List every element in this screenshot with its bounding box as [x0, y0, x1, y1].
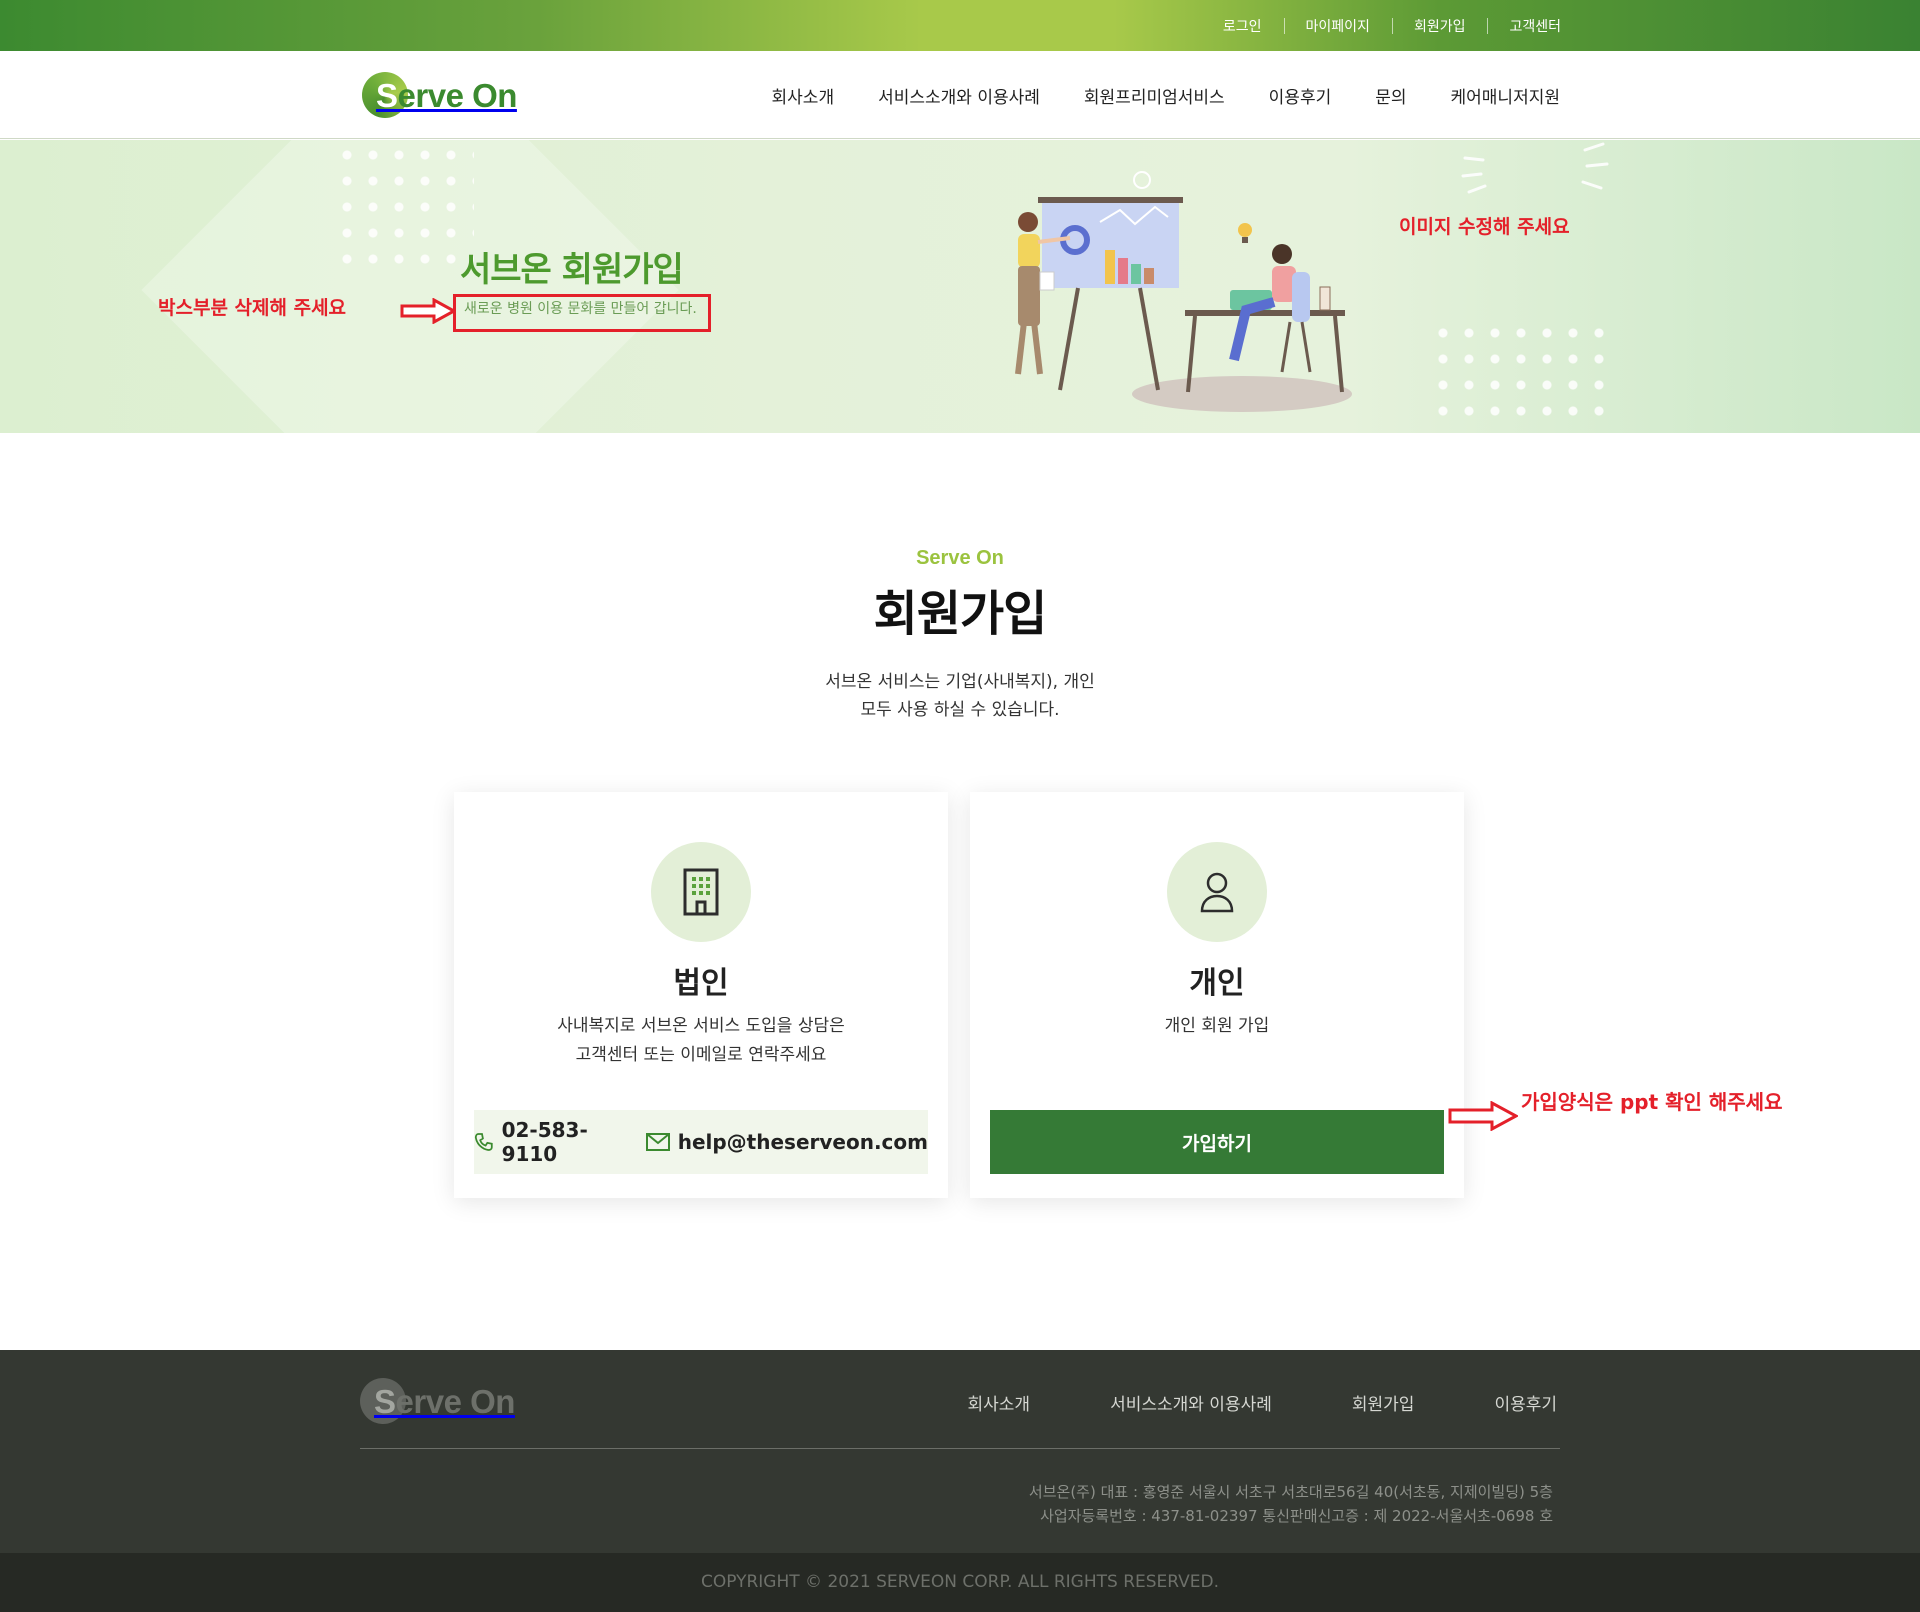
nav-item-reviews[interactable]: 이용후기	[1269, 83, 1332, 108]
personal-title: 개인	[1189, 966, 1245, 1001]
mypage-link[interactable]: 마이페이지	[1283, 16, 1392, 36]
mail-icon	[645, 1133, 670, 1151]
nav-item-premium[interactable]: 회원프리미엄서비스	[1084, 83, 1225, 108]
signup-link[interactable]: 회원가입	[1391, 16, 1488, 36]
dot-pattern-right	[1430, 320, 1620, 430]
dot-pattern-left	[334, 142, 474, 268]
main-header: Serve On 회사소개 서비스소개와 이용사례 회원프리미엄서비스 이용후기…	[0, 51, 1920, 139]
email-address: help@theserveon.com	[677, 1130, 928, 1154]
page: 로그인 마이페이지 회원가입 고객센터 Serve On 회사소개 서비스소개와…	[0, 0, 1920, 1612]
hero-title: 서브온 회원가입	[460, 250, 684, 290]
presentation-illustration	[1015, 171, 1352, 412]
footer-info-line2: 사업자등록번호 : 437-81-02397 통신판매신고증 : 제 2022-…	[1040, 1507, 1553, 1525]
main-nav: 회사소개 서비스소개와 이용사례 회원프리미엄서비스 이용후기 문의 케어매니저…	[728, 51, 1560, 139]
top-utility-bar: 로그인 마이페이지 회원가입 고객센터	[0, 0, 1920, 51]
footer-nav-reviews[interactable]: 이용후기	[1494, 1390, 1557, 1415]
section-title: 회원가입	[873, 586, 1048, 642]
annotation-box	[453, 294, 711, 332]
section-desc-line2: 모두 사용 하실 수 있습니다.	[860, 700, 1060, 720]
section-description: 서브온 서비스는 기업(사내복지), 개인 모두 사용 하실 수 있습니다.	[0, 668, 1920, 724]
personal-description: 개인 회원 가입	[1164, 1016, 1270, 1036]
footer-nav-signup[interactable]: 회원가입	[1352, 1390, 1415, 1415]
personal-card: 개인 개인 회원 가입 가입하기	[970, 792, 1464, 1198]
footer-info-line1: 서브온(주) 대표 : 홍영준 서울시 서초구 서초대로56길 40(서초동, …	[1028, 1483, 1553, 1501]
logo-text: Serve On	[376, 77, 517, 114]
customer-center-link[interactable]: 고객센터	[1487, 16, 1561, 36]
join-button[interactable]: 가입하기	[990, 1110, 1444, 1174]
email-link[interactable]: help@theserveon.com	[645, 1130, 928, 1154]
contact-box: 02-583-9110 help@theserveon.com	[474, 1110, 928, 1174]
hero-banner: 서브온 회원가입 새로운 병원 이용 문화를 만들어 갑니다. 박스부분 삭제해…	[0, 140, 1920, 433]
person-icon	[1167, 842, 1267, 942]
nav-item-company[interactable]: 회사소개	[772, 83, 835, 108]
footer-nav-company[interactable]: 회사소개	[968, 1390, 1031, 1415]
logo[interactable]: Serve On	[362, 71, 517, 121]
corporate-title: 법인	[673, 966, 729, 1001]
footer-logo[interactable]: Serve On	[360, 1377, 515, 1427]
building-icon	[651, 842, 751, 942]
phone-link[interactable]: 02-583-9110	[474, 1118, 628, 1166]
corporate-card: 법인 사내복지로 서브온 서비스 도입을 상담은 고객센터 또는 이메일로 연락…	[454, 792, 948, 1198]
annotation-arrow-icon	[400, 298, 456, 324]
corporate-description: 사내복지로 서브온 서비스 도입을 상담은 고객센터 또는 이메일로 연락주세요	[454, 1012, 948, 1070]
utility-links: 로그인 마이페이지 회원가입 고객센터	[1201, 0, 1561, 51]
nav-item-caremanager[interactable]: 케어매니저지원	[1451, 83, 1560, 108]
section-brand: Serve On	[916, 547, 1004, 569]
section-desc-line1: 서브온 서비스는 기업(사내복지), 개인	[825, 672, 1095, 692]
corporate-desc-line2: 고객센터 또는 이메일로 연락주세요	[575, 1045, 827, 1065]
decorative-rays	[1461, 142, 1609, 194]
footer-nav-service[interactable]: 서비스소개와 이용사례	[1110, 1390, 1272, 1415]
nav-item-inquiry[interactable]: 문의	[1375, 83, 1406, 108]
annotation-delete-box: 박스부분 삭제해 주세요	[158, 297, 347, 319]
footer-company-info: 서브온(주) 대표 : 홍영준 서울시 서초구 서초대로56길 40(서초동, …	[1029, 1480, 1553, 1528]
footer-divider	[360, 1448, 1560, 1449]
phone-number: 02-583-9110	[501, 1118, 588, 1166]
annotation-signup-form: 가입양식은 ppt 확인 해주세요	[1521, 1090, 1783, 1114]
footer-nav: 회사소개 서비스소개와 이용사례 회원가입 이용후기	[888, 1390, 1558, 1415]
footer-logo-text: Serve On	[374, 1383, 515, 1420]
join-annotation-arrow-icon	[1448, 1101, 1518, 1131]
annotation-edit-image: 이미지 수정해 주세요	[1399, 216, 1570, 238]
copyright: COPYRIGHT © 2021 SERVEON CORP. ALL RIGHT…	[0, 1553, 1920, 1612]
footer: Serve On 회사소개 서비스소개와 이용사례 회원가입 이용후기 서브온(…	[0, 1350, 1920, 1553]
nav-item-service[interactable]: 서비스소개와 이용사례	[878, 83, 1040, 108]
corporate-desc-line1: 사내복지로 서브온 서비스 도입을 상담은	[557, 1016, 845, 1036]
phone-icon	[474, 1133, 493, 1151]
login-link[interactable]: 로그인	[1201, 16, 1284, 36]
